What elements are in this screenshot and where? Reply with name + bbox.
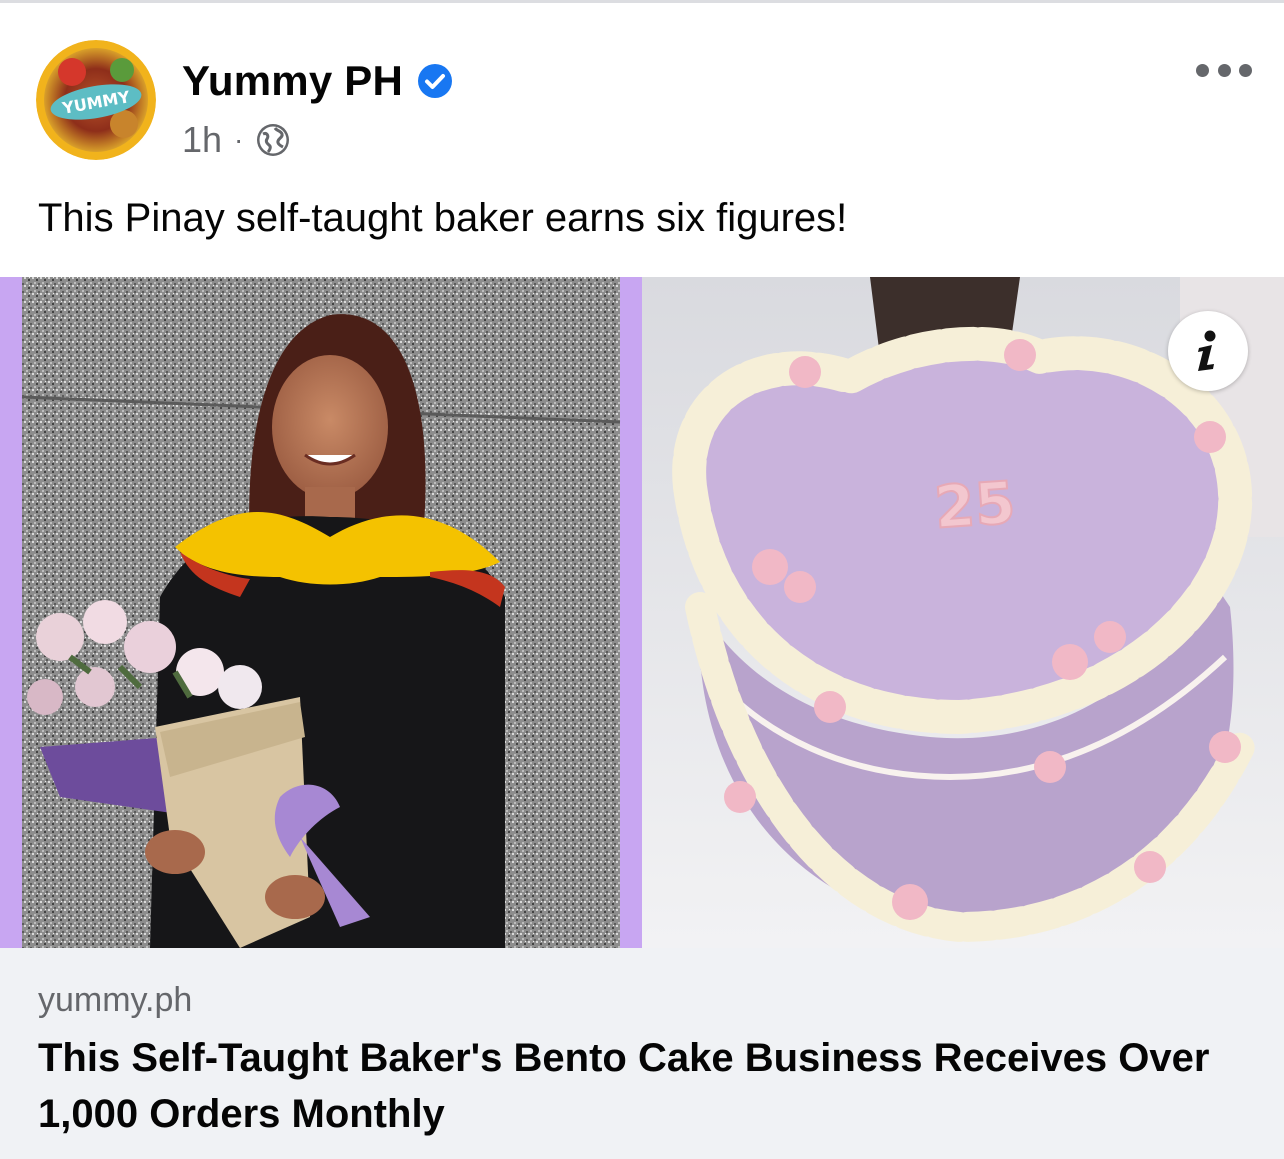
- post-meta: 1h ·: [182, 120, 291, 160]
- cake-topper-text: 25: [932, 468, 1017, 541]
- link-headline[interactable]: This Self-Taught Baker's Bento Cake Busi…: [38, 1030, 1248, 1142]
- page-avatar[interactable]: YUMMY: [36, 40, 156, 160]
- post-text: This Pinay self-taught baker earns six f…: [38, 196, 848, 240]
- info-button[interactable]: [1168, 311, 1248, 391]
- more-options-button[interactable]: [1196, 58, 1252, 82]
- more-dot-icon: [1217, 63, 1231, 77]
- post-author: Yummy PH: [182, 58, 453, 104]
- link-domain: yummy.ph: [38, 981, 193, 1019]
- info-icon: [1198, 330, 1216, 371]
- author-name[interactable]: Yummy PH: [182, 58, 403, 104]
- globe-icon[interactable]: [255, 122, 291, 158]
- meta-separator: ·: [234, 124, 244, 155]
- top-divider: [0, 0, 1284, 3]
- post-timestamp[interactable]: 1h: [182, 120, 222, 160]
- person-face: [272, 355, 388, 499]
- verified-badge-icon: [418, 64, 453, 98]
- more-dot-icon: [1239, 63, 1252, 77]
- more-dot-icon: [1196, 63, 1209, 77]
- post-image[interactable]: 25: [0, 277, 1284, 948]
